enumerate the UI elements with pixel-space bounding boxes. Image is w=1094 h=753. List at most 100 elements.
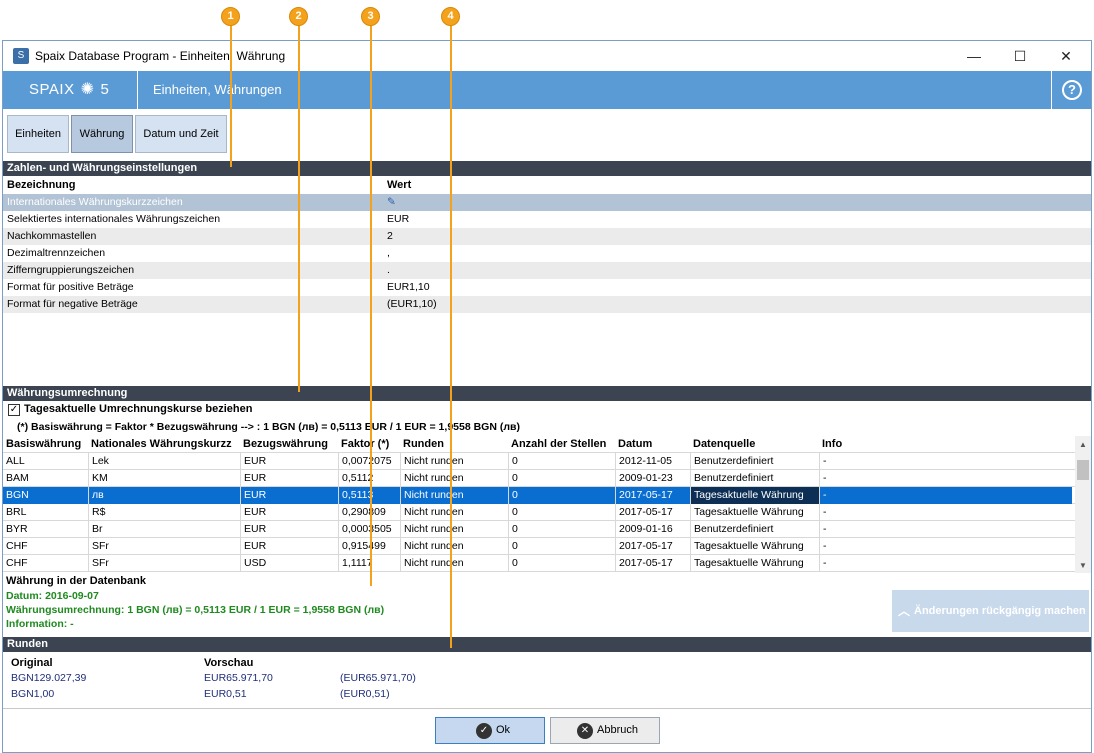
- db-info-conversion: Währungsumrechnung: 1 BGN (лв) = 0,5113 …: [6, 604, 385, 616]
- currency-cell: EUR: [240, 453, 338, 470]
- table-scrollbar[interactable]: ▲ ▼: [1075, 436, 1091, 573]
- settings-row[interactable]: Format für positive Beträge EUR1,10: [3, 279, 1091, 296]
- currency-table-row[interactable]: BRL R$ EUR 0,290809 Nicht runden 0 2017-05-17 T…: [3, 504, 1075, 521]
- currency-cell: CHF: [6, 540, 28, 552]
- currency-col-header[interactable]: Faktor (*): [338, 436, 400, 453]
- tab-waehrung[interactable]: Währung: [71, 115, 133, 153]
- callout-line: [230, 24, 232, 167]
- currency-cell: 2017-05-17: [615, 504, 690, 521]
- currency-cell: -: [819, 521, 1072, 538]
- screenshot-root: S Spaix Database Program - Einheiten, Wä…: [0, 0, 1094, 753]
- currency-cell: 0,0072075: [338, 453, 400, 470]
- currency-cell: 0: [508, 521, 615, 538]
- maximize-button[interactable]: ☐: [997, 41, 1043, 71]
- tab-datum-und-zeit[interactable]: Datum und Zeit: [135, 115, 227, 153]
- currency-cell: Nicht runden: [400, 470, 508, 487]
- currency-cell: BAM: [6, 472, 29, 484]
- callout-line: [298, 24, 300, 392]
- currency-table-row[interactable]: CHF SFr USD 1,1117 Nicht runden 0 2017-05-17 Ta…: [3, 555, 1075, 572]
- undo-changes-button[interactable]: ︿ Änderungen rückgängig machen: [892, 590, 1089, 632]
- currency-cell: 0,5112: [338, 470, 400, 487]
- currency-cell: Nicht runden: [400, 487, 508, 504]
- currency-col-header[interactable]: Anzahl der Stellen: [508, 436, 615, 453]
- cancel-button[interactable]: ✕ Abbruch: [550, 717, 660, 744]
- round-preview: EUR0,51: [204, 688, 247, 700]
- settings-header-row: Bezeichnung Wert: [3, 177, 1091, 194]
- setting-name: Zifferngruppierungszeichen: [7, 264, 135, 276]
- divider: [3, 708, 1091, 709]
- settings-row[interactable]: Dezimaltrennzeichen ,: [3, 245, 1091, 262]
- callout-marker: 2: [289, 7, 308, 26]
- currency-cell: Nicht runden: [400, 453, 508, 470]
- app-window: S Spaix Database Program - Einheiten, Wä…: [2, 40, 1092, 753]
- conversion-section-header: Währungsumrechnung: [3, 386, 1091, 401]
- currency-cell: 0: [508, 453, 615, 470]
- tab-einheiten[interactable]: Einheiten: [7, 115, 69, 153]
- col-wert: Wert: [387, 179, 412, 191]
- currency-table-row[interactable]: ALL Lek EUR 0,0072075 Nicht runden 0 2012-11-0…: [3, 453, 1075, 470]
- currency-cell: R$: [88, 504, 240, 521]
- settings-row[interactable]: Format für negative Beträge (EUR1,10): [3, 296, 1091, 313]
- currency-cell: Benutzerdefiniert: [690, 521, 819, 538]
- col-original: Original: [11, 657, 53, 669]
- currency-table-row[interactable]: BAM KM EUR 0,5112 Nicht runden 0 2009-01-23 Ben…: [3, 470, 1075, 487]
- currency-col-header[interactable]: Datum: [615, 436, 690, 453]
- currency-cell: BYR: [6, 523, 28, 535]
- minimize-button[interactable]: —: [951, 41, 997, 71]
- currency-col-header[interactable]: Datenquelle: [690, 436, 819, 453]
- currency-col-header[interactable]: Basiswährung: [3, 436, 88, 453]
- round-negative: (EUR0,51): [340, 688, 390, 700]
- currency-cell: Tagesaktuelle Währung: [690, 487, 819, 504]
- ok-button[interactable]: ✓ Ok: [435, 717, 545, 744]
- currency-cell: SFr: [88, 538, 240, 555]
- round-original: BGN129.027,39: [11, 672, 87, 684]
- setting-name: Nachkommastellen: [7, 230, 97, 242]
- db-info-date: Datum: 2016-09-07: [6, 590, 99, 602]
- rounding-section-header: Runden: [3, 637, 1091, 652]
- callout-marker: 3: [361, 7, 380, 26]
- currency-col-header[interactable]: Runden: [400, 436, 508, 453]
- setting-value: (EUR1,10): [387, 298, 437, 310]
- scroll-up-icon[interactable]: ▲: [1075, 438, 1091, 452]
- currency-cell: KM: [88, 470, 240, 487]
- edit-icon[interactable]: ✎: [387, 194, 396, 211]
- col-vorschau: Vorschau: [204, 657, 254, 669]
- currency-cell: 0: [508, 487, 615, 504]
- currency-cell: 2009-01-16: [615, 521, 690, 538]
- settings-row[interactable]: Internationales Währungskurzzeichen ✎: [3, 194, 1091, 211]
- close-button[interactable]: ✕: [1043, 41, 1089, 71]
- setting-value: EUR1,10: [387, 281, 430, 293]
- currency-table-row[interactable]: BGN лв EUR 0,5113 Nicht runden 0 2017-05-17 Tag…: [3, 487, 1075, 504]
- currency-col-header[interactable]: Nationales Währungskurzz: [88, 436, 240, 453]
- currency-table-row[interactable]: CHF SFr EUR 0,915499 Nicht runden 0 2017-05-17…: [3, 538, 1075, 555]
- help-button[interactable]: ?: [1051, 71, 1091, 109]
- logo-swirl-icon: ✺: [80, 81, 95, 98]
- currency-col-header[interactable]: Info: [819, 436, 1072, 453]
- settings-row[interactable]: Selektiertes internationales Währungszei…: [3, 211, 1091, 228]
- currency-cell: -: [819, 504, 1072, 521]
- help-icon: ?: [1062, 80, 1082, 100]
- currency-table-row[interactable]: BYR Br EUR 0,0003505 Nicht runden 0 2009-01-16…: [3, 521, 1075, 538]
- currency-cell: ALL: [6, 455, 25, 467]
- logo-version: 5: [100, 81, 110, 98]
- currency-cell: 2012-11-05: [615, 453, 690, 470]
- currency-cell: 2017-05-17: [615, 538, 690, 555]
- currency-col-header[interactable]: Bezugswährung: [240, 436, 338, 453]
- window-title: Spaix Database Program - Einheiten, Währ…: [35, 49, 286, 63]
- setting-name: Internationales Währungskurzzeichen: [7, 196, 183, 208]
- callout-line: [370, 24, 372, 586]
- chevron-up-icon: ︿: [898, 604, 911, 618]
- setting-name: Format für positive Beträge: [7, 281, 134, 293]
- app-header: SPAIX ✺ 5 Einheiten, Währungen ?: [3, 71, 1091, 109]
- settings-row[interactable]: Nachkommastellen 2: [3, 228, 1091, 245]
- scroll-down-icon[interactable]: ▼: [1075, 559, 1091, 573]
- settings-row[interactable]: Zifferngruppierungszeichen .: [3, 262, 1091, 279]
- daily-rates-checkbox[interactable]: ✓: [8, 404, 20, 416]
- currency-cell: -: [819, 470, 1072, 487]
- currency-cell: 0,290809: [338, 504, 400, 521]
- scroll-thumb[interactable]: [1077, 460, 1089, 480]
- currency-table: Basiswährung Nationales Währungskurzz Bezu…: [3, 436, 1091, 573]
- currency-cell: 2009-01-23: [615, 470, 690, 487]
- settings-section-header: Zahlen- und Währungseinstellungen: [3, 161, 1091, 176]
- currency-cell: 0,0003505: [338, 521, 400, 538]
